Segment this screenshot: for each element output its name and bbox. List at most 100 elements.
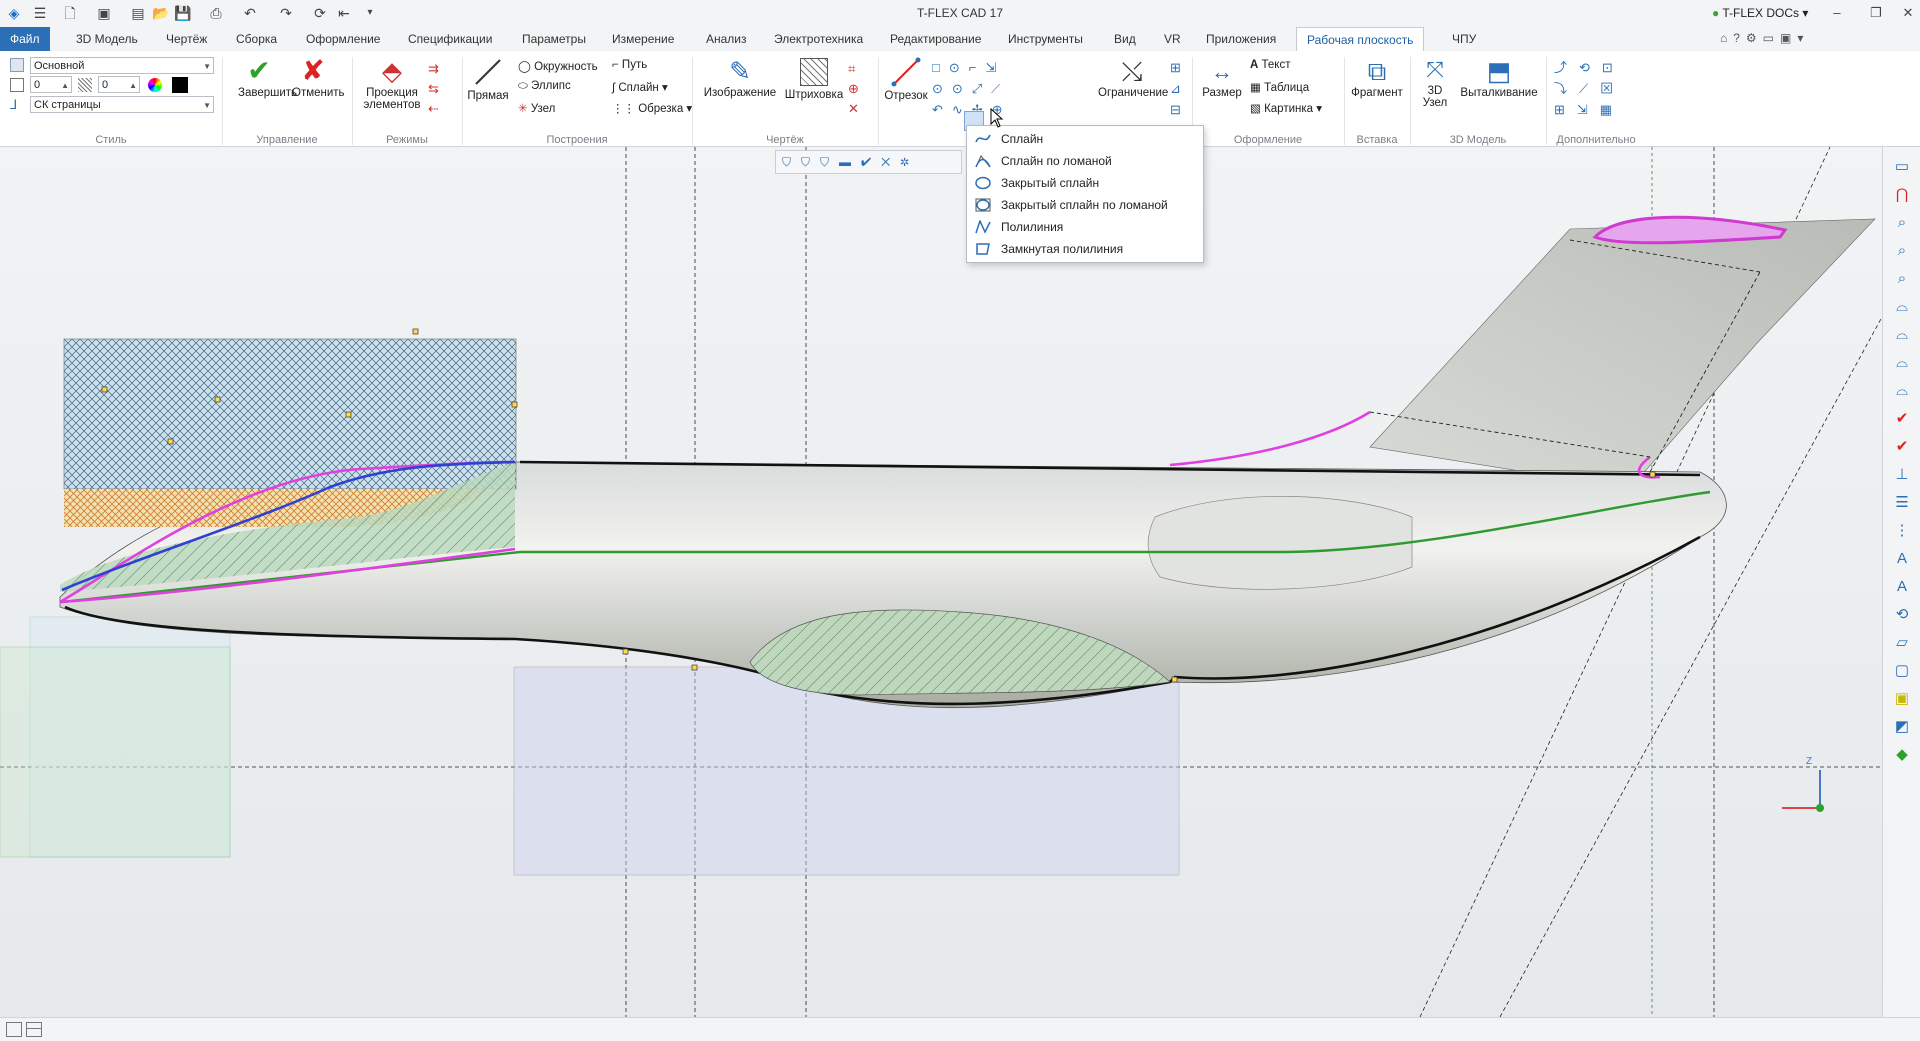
window-panel-icon[interactable]: ▭ [1883,153,1920,181]
layer-combo[interactable]: Основной ▼ [30,57,214,74]
constraint-button[interactable]: ⤯ Ограничение [1098,55,1168,125]
tab-view[interactable]: Вид [1104,27,1146,51]
spline-dropdown-menu[interactable]: Сплайн Сплайн по ломаной Закрытый сплайн… [966,125,1204,263]
zoom-icon[interactable]: ⌕ [1883,209,1920,237]
image-button[interactable]: ✎ Изображение [700,55,780,125]
list-icon[interactable]: ☰ [1883,489,1920,517]
mode-small-icons[interactable]: ⇉ ⇆ ⇠ [428,59,439,119]
tab-editing[interactable]: Редактирование [880,27,991,51]
help-icons[interactable]: ⌂?⚙▭▣▾ [1720,31,1809,45]
cs-icon: ⅃ [10,97,18,112]
menu-item-closed-spline[interactable]: Закрытый сплайн [967,172,1203,194]
tab-assembly[interactable]: Сборка [226,27,287,51]
tab-electrical[interactable]: Электротехника [764,27,873,51]
menu-item-spline[interactable]: Сплайн [967,128,1203,150]
tab-applications[interactable]: Приложения [1196,27,1286,51]
glasses-icon[interactable]: ⌓ [1883,293,1920,321]
dots-icon[interactable]: ⋮ [1883,517,1920,545]
picture-tool[interactable]: ▧ Картинка ▾ [1250,101,1322,115]
ellipse-tool[interactable]: ⬭ Эллипс [518,80,571,93]
tab-design[interactable]: Оформление [296,27,390,51]
cross-icon: ✘ [301,55,325,86]
tab-measurement[interactable]: Измерение [602,27,684,51]
green-box-icon[interactable]: ◆ [1883,741,1920,769]
restore-button[interactable]: ❐ [1864,4,1888,22]
fragment-button[interactable]: ⧉ Фрагмент [1346,55,1408,125]
plane-icon[interactable]: ⏥ [1883,629,1920,657]
closed-spline-icon [975,176,991,190]
circle-tool[interactable]: ◯ Окружность [518,59,598,73]
trim-tool[interactable]: ⋮⋮ Обрезка ▾ [612,101,692,115]
extrude-icon: ⬒ [1486,56,1512,86]
line-button[interactable]: Прямая [466,57,510,127]
glasses-2-icon[interactable]: ⌓ [1883,321,1920,349]
layer-icon [10,58,24,72]
node-tool[interactable]: ✳ Узел [518,101,555,115]
blue-box-icon[interactable]: ◩ [1883,713,1920,741]
separator [1344,57,1345,145]
close-button[interactable]: ✕ [1896,4,1920,22]
picture-icon: ▧ [1250,103,1261,115]
extra-tool-grid[interactable]: ⤴⟲⊡ ⤵⟋⊠ ⊞⇲▦ [1554,57,1625,120]
cs-combo[interactable]: СК страницы ▼ [30,96,214,113]
box-icon[interactable]: ▢ [1883,657,1920,685]
layout-split-icon[interactable] [26,1022,42,1037]
zoom-window-icon[interactable]: ⌕ [1883,237,1920,265]
menu-item-closed-spline-polyline[interactable]: Закрытый сплайн по ломаной [967,194,1203,216]
tab-specifications[interactable]: Спецификации [398,27,502,51]
group-modes-label: Режимы [386,134,428,146]
menu-item-polyline[interactable]: Полилиния [967,216,1203,238]
menu-item-spline-polyline[interactable]: Сплайн по ломаной [967,150,1203,172]
text-tool[interactable]: A Текст [1250,59,1290,71]
docs-menu[interactable]: ● T-FLEX DOCs ▾ [1712,6,1808,20]
drawing-canvas[interactable]: Z [0,147,1882,1017]
tab-3d-model[interactable]: 3D Модель [66,27,148,51]
table-tool[interactable]: ▦ Таблица [1250,80,1309,94]
tab-cnc[interactable]: ЧПУ [1442,27,1486,51]
drawing-small-icons[interactable]: ⌗ ⊕ ✕ [848,59,859,119]
check-cube-2-icon[interactable]: ✔ [1883,433,1920,461]
closed-polyline-icon [976,243,990,255]
image-label: Изображение [703,87,777,99]
level-field[interactable]: 0 ▲ [30,76,72,93]
tab-parameters[interactable]: Параметры [512,27,596,51]
selection-filter-toolbar[interactable]: ⛉⛉⛉▬✔✕✲ [775,150,962,174]
priority-field[interactable]: 0 ▲ [98,76,140,93]
finish-button[interactable]: ✔ Завершить [238,55,298,115]
tab-vr[interactable]: VR [1154,27,1191,51]
check-cube-icon[interactable]: ✔ [1883,405,1920,433]
projection-button[interactable]: ⬘ Проекция элементов [362,55,422,125]
segment-button[interactable]: Отрезок [882,57,930,127]
tab-drawing[interactable]: Чертёж [156,27,217,51]
tab-workplane[interactable]: Рабочая плоскость [1296,27,1425,52]
level-icon[interactable]: ⊥ [1883,461,1920,489]
finish-label: Завершить [238,87,298,99]
yellow-box-icon[interactable]: ▣ [1883,685,1920,713]
text-a2-icon[interactable]: A [1883,573,1920,601]
tab-file[interactable]: Файл [0,27,50,51]
path-tool[interactable]: ⌐ Путь [612,59,647,71]
spline-tool[interactable]: ∫ Сплайн ▾ [612,80,668,94]
menu-item-closed-polyline[interactable]: Замкнутая полилиния [967,238,1203,260]
filter-icons[interactable]: ⛉⛉⛉▬✔✕✲ [776,151,961,173]
zoom-out-icon[interactable]: ⌕ [1883,265,1920,293]
tab-tools[interactable]: Инструменты [998,27,1093,51]
glasses-3-icon[interactable]: ⌓ [1883,349,1920,377]
tab-analysis[interactable]: Анализ [696,27,757,51]
constraint-small-icons[interactable]: ⊞ ⊿ ⊟ [1170,57,1181,120]
magnet-icon[interactable]: ⋂ [1883,181,1920,209]
minimize-button[interactable]: – [1825,4,1849,22]
extrude-button[interactable]: ⬒ Выталкивание [1458,55,1540,125]
right-tool-icons[interactable]: ▭ ⋂ ⌕ ⌕ ⌕ ⌓ ⌓ ⌓ ⌓ ✔ ✔ ⊥ ☰ ⋮ A A ⟲ ⏥ ▢ ▣ … [1883,147,1920,769]
cad-viewport[interactable] [0,147,1882,1017]
hatch-button[interactable]: Штриховка [784,55,844,125]
cancel-button[interactable]: ✘ Отменить [292,55,345,115]
color-swatch[interactable] [172,77,188,93]
glasses-4-icon[interactable]: ⌓ [1883,377,1920,405]
rotate-icon[interactable]: ⟲ [1883,601,1920,629]
color-palette-icon[interactable] [148,78,162,92]
size-button[interactable]: ↔ Размер [1200,57,1244,127]
text-a-icon[interactable]: A [1883,545,1920,573]
layout-single-icon[interactable] [6,1022,22,1037]
3d-node-button[interactable]: ⤧ 3D Узел [1414,55,1456,129]
